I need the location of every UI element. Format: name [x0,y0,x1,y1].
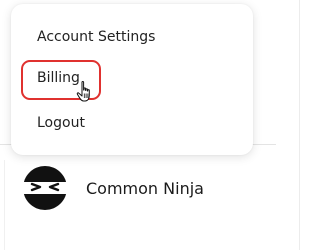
profile-name: Common Ninja [86,178,204,198]
page: Account Settings Billing Logout Common N… [0,0,302,250]
panel-border [4,160,5,250]
menu-item-account-settings[interactable]: Account Settings [37,29,155,45]
user-profile[interactable]: Common Ninja [22,164,204,212]
hand-pointer-icon [76,80,90,102]
ninja-icon [23,166,67,210]
account-dropdown-menu: Account Settings Billing Logout [11,4,253,155]
sidebar-border [299,0,300,250]
menu-item-logout[interactable]: Logout [37,115,85,131]
